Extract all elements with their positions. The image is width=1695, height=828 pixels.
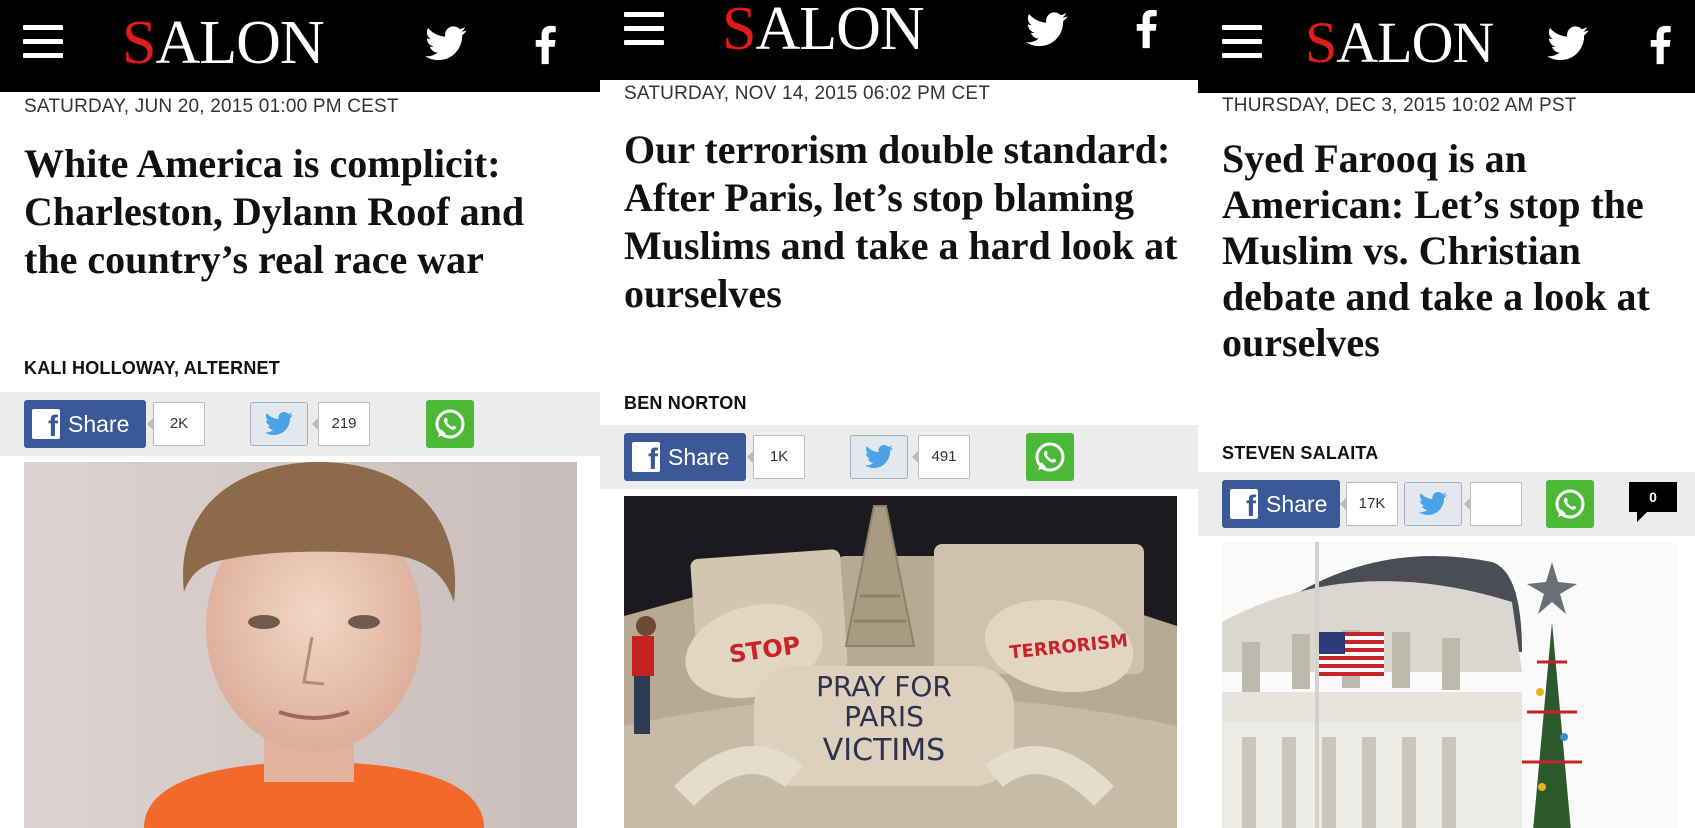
sand-text-line1: PRAY FOR <box>816 670 952 703</box>
facebook-icon[interactable] <box>1639 22 1683 66</box>
article-date: THURSDAY, DEC 3, 2015 10:02 AM PST <box>1222 95 1577 116</box>
article-date: SATURDAY, JUN 20, 2015 01:00 PM CEST <box>24 96 399 117</box>
menu-icon[interactable] <box>1222 25 1262 58</box>
article-panel-2: SALON SATURDAY, NOV 14, 2015 06:02 PM CE… <box>600 0 1198 828</box>
salon-logo[interactable]: SALON <box>122 12 325 74</box>
whatsapp-icon <box>1555 489 1585 519</box>
whatsapp-share-button[interactable] <box>1546 480 1594 528</box>
article-byline[interactable]: BEN NORTON <box>624 393 747 414</box>
facebook-icon: f <box>32 409 60 442</box>
tweet-button[interactable] <box>1404 482 1462 526</box>
share-label: Share <box>1266 491 1328 517</box>
whatsapp-icon <box>435 409 465 439</box>
sand-text-line3: VICTIMS <box>823 733 945 768</box>
article-date: SATURDAY, NOV 14, 2015 06:02 PM CET <box>624 83 991 104</box>
article-image[interactable]: STOP TERRORISM PRAY FOR PARIS VICTIMS <box>624 496 1177 828</box>
sand-text-line2: PARIS <box>844 700 924 733</box>
tweet-count: 491 <box>912 435 970 479</box>
article-byline[interactable]: STEVEN SALAITA <box>1222 443 1378 464</box>
facebook-share-button[interactable]: f Share <box>624 433 746 481</box>
twitter-icon <box>1418 492 1447 515</box>
article-panel-3: SALON THURSDAY, DEC 3, 2015 10:02 AM PST… <box>1198 0 1695 828</box>
salon-logo[interactable]: SALON <box>722 0 925 60</box>
whatsapp-share-button[interactable] <box>426 400 474 448</box>
twitter-icon <box>264 412 293 435</box>
top-navbar: SALON <box>1198 0 1695 93</box>
facebook-share-count: 2K <box>147 402 205 446</box>
tweet-count: 219 <box>312 402 370 446</box>
tweet-count <box>1464 482 1522 526</box>
menu-icon[interactable] <box>624 12 664 45</box>
facebook-share-button[interactable]: f Share <box>1222 480 1340 528</box>
facebook-icon[interactable] <box>524 22 568 66</box>
article-headline[interactable]: Our terrorism double standard: After Par… <box>624 126 1184 318</box>
share-label: Share <box>668 444 730 470</box>
twitter-icon[interactable] <box>1546 22 1590 66</box>
facebook-share-count: 17K <box>1340 482 1398 526</box>
tweet-button[interactable] <box>850 435 908 479</box>
menu-icon[interactable] <box>23 25 63 58</box>
article-byline[interactable]: KALI HOLLOWAY, ALTERNET <box>24 358 280 379</box>
salon-logo[interactable]: SALON <box>1305 14 1494 72</box>
twitter-icon <box>864 445 893 468</box>
share-bar: f Share 1K 491 <box>600 425 1198 489</box>
tweet-button[interactable] <box>250 402 308 446</box>
article-panel-1: SALON SATURDAY, JUN 20, 2015 01:00 PM CE… <box>0 0 600 828</box>
article-headline[interactable]: White America is complicit: Charleston, … <box>24 140 584 284</box>
facebook-icon: f <box>632 442 660 475</box>
twitter-icon[interactable] <box>424 22 468 66</box>
whatsapp-share-button[interactable] <box>1026 433 1074 481</box>
facebook-share-count: 1K <box>747 435 805 479</box>
article-image[interactable] <box>24 462 577 828</box>
top-navbar: SALON <box>600 0 1198 80</box>
article-image[interactable] <box>1222 542 1677 828</box>
article-headline[interactable]: Syed Farooq is an American: Let’s stop t… <box>1222 136 1672 366</box>
top-navbar: SALON <box>0 0 600 92</box>
share-bar: f Share 17K 0 <box>1198 472 1695 536</box>
whatsapp-icon <box>1035 442 1065 472</box>
comment-count-badge[interactable]: 0 <box>1629 482 1677 522</box>
share-bar: f Share 2K 219 <box>0 392 600 456</box>
share-label: Share <box>68 411 130 437</box>
facebook-icon[interactable] <box>1125 6 1169 50</box>
facebook-icon: f <box>1230 489 1258 522</box>
facebook-share-button[interactable]: f Share <box>24 400 146 448</box>
twitter-icon[interactable] <box>1025 8 1069 52</box>
